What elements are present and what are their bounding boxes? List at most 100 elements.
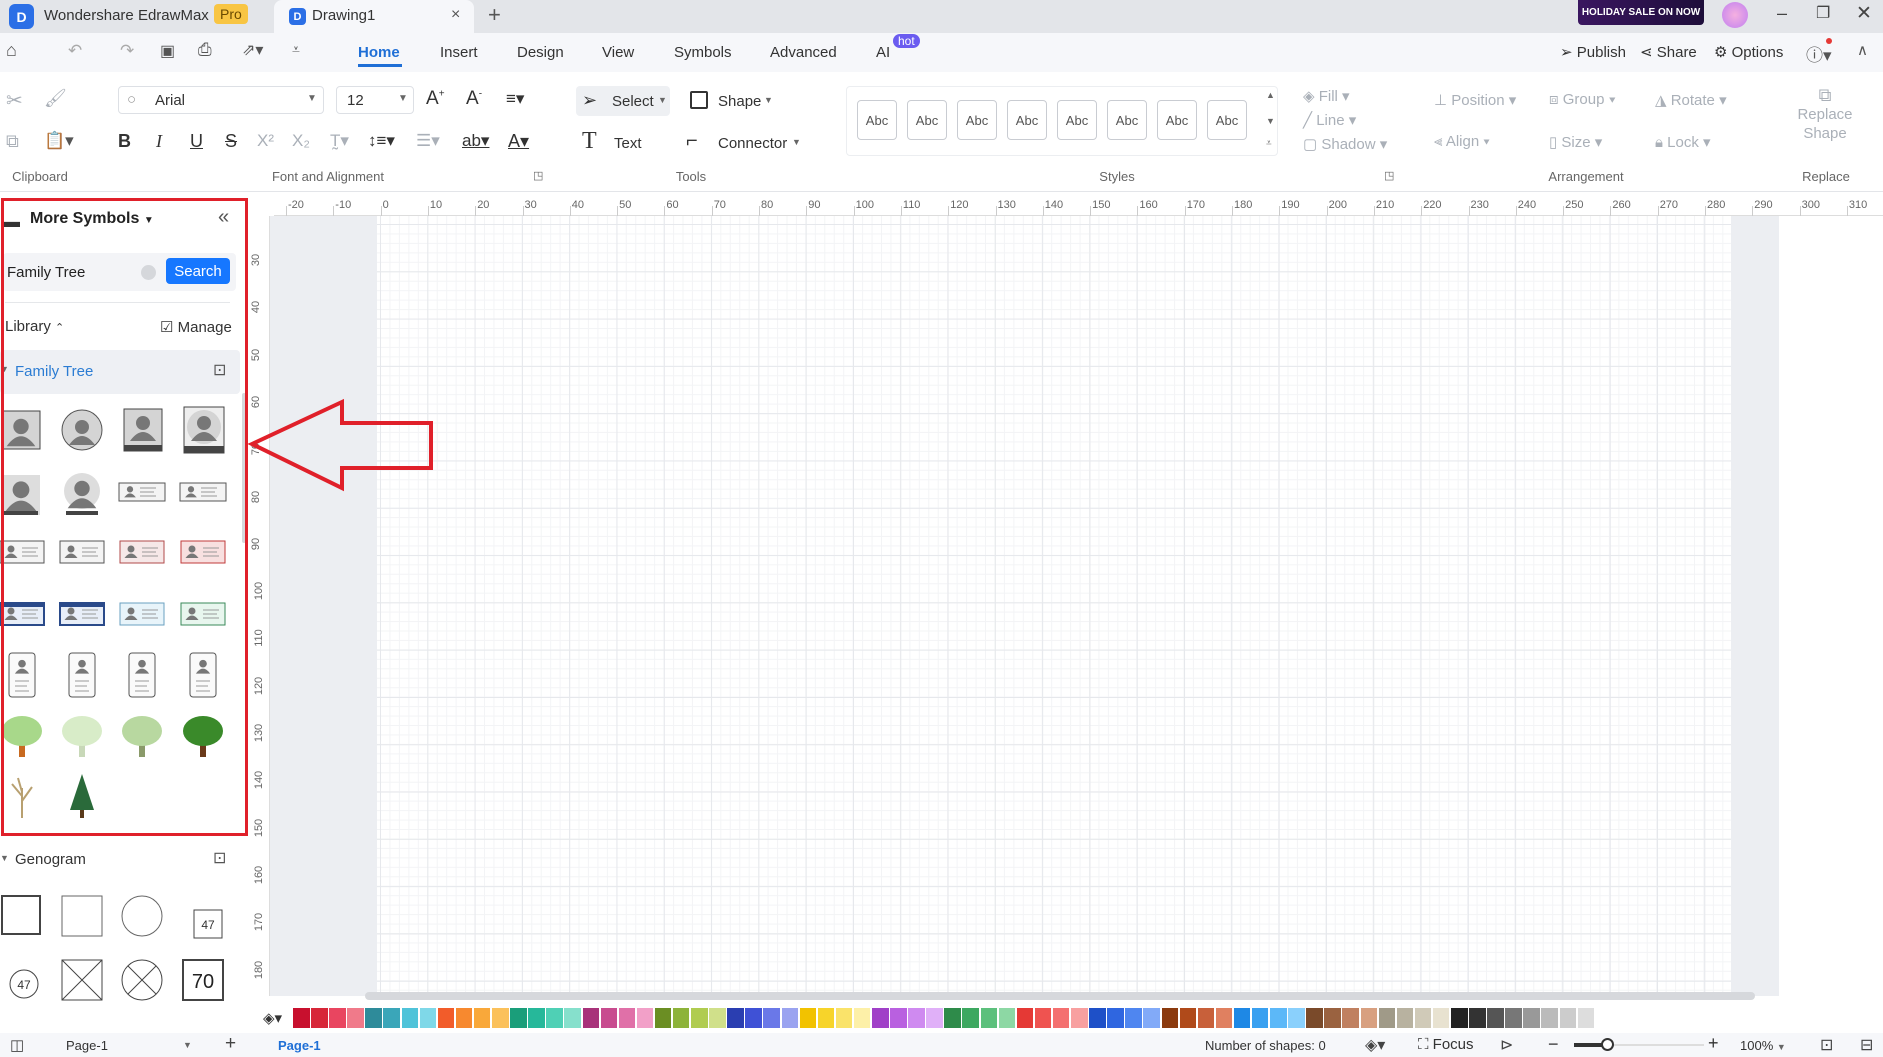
- drawing-page[interactable]: [377, 216, 1731, 996]
- color-swatch[interactable]: [1541, 1008, 1558, 1028]
- page-tab[interactable]: Page-1: [278, 1038, 321, 1053]
- person-card-symbol[interactable]: [118, 482, 166, 502]
- color-swatch[interactable]: [1342, 1008, 1359, 1028]
- publish-button[interactable]: ➢ Publish: [1560, 43, 1626, 61]
- color-swatch[interactable]: [817, 1008, 835, 1028]
- color-swatch[interactable]: [564, 1008, 581, 1028]
- color-swatch[interactable]: [1324, 1008, 1341, 1028]
- tree-symbol[interactable]: [183, 716, 223, 757]
- search-input[interactable]: Family Tree: [7, 264, 85, 281]
- person-vertical-card-symbol[interactable]: [128, 652, 156, 698]
- undo-icon[interactable]: ↶: [68, 41, 82, 61]
- color-swatch[interactable]: [1197, 1008, 1215, 1028]
- color-swatch[interactable]: [1233, 1008, 1251, 1028]
- fill-button[interactable]: ◈ Fill ▾: [1303, 87, 1350, 105]
- minimize-icon[interactable]: –: [1777, 3, 1787, 24]
- color-swatch[interactable]: [419, 1008, 437, 1028]
- select-button[interactable]: ➢ Select ▼: [576, 86, 670, 116]
- tab-home[interactable]: Home: [358, 44, 400, 61]
- library-toggle[interactable]: Library ⌃: [5, 318, 64, 335]
- styles-scroll-up-icon[interactable]: ▲: [1266, 90, 1275, 100]
- styles-dialog-launcher-icon[interactable]: ◳: [1384, 169, 1394, 182]
- increase-font-icon[interactable]: A+: [426, 88, 445, 110]
- person-card-symbol[interactable]: [0, 540, 45, 564]
- color-swatch[interactable]: [872, 1008, 889, 1028]
- more-symbols-dropdown[interactable]: More Symbols ▼: [30, 210, 154, 228]
- color-swatch[interactable]: [799, 1008, 817, 1028]
- color-swatch[interactable]: [1432, 1008, 1450, 1028]
- collapse-panel-icon[interactable]: «: [218, 206, 229, 229]
- color-swatch[interactable]: [1251, 1008, 1269, 1028]
- color-swatch[interactable]: [1414, 1008, 1432, 1028]
- restore-icon[interactable]: ❐: [1816, 3, 1830, 23]
- strikethrough-button[interactable]: S: [225, 131, 237, 152]
- fit-width-icon[interactable]: ⊟: [1860, 1035, 1873, 1055]
- font-color-icon[interactable]: A▾: [508, 131, 529, 152]
- zoom-out-icon[interactable]: −: [1548, 1034, 1559, 1055]
- focus-button[interactable]: ⛶ Focus: [1418, 1036, 1474, 1053]
- bullet-list-icon[interactable]: ☰▾: [416, 131, 440, 151]
- tab-view[interactable]: View: [602, 44, 634, 61]
- rotate-button[interactable]: ◮ Rotate ▾: [1655, 91, 1727, 109]
- tree-symbol[interactable]: [122, 716, 162, 757]
- position-button[interactable]: ⊥ Position ▾: [1434, 91, 1516, 109]
- layers-icon[interactable]: ◈▾: [1365, 1035, 1385, 1055]
- format-painter-icon[interactable]: 🖌: [44, 88, 67, 109]
- section-family-tree[interactable]: ▼ Family Tree ⊡: [0, 350, 240, 394]
- color-swatch[interactable]: [835, 1008, 853, 1028]
- user-avatar[interactable]: [1722, 2, 1748, 28]
- clear-search-icon[interactable]: [141, 265, 156, 280]
- style-swatch[interactable]: Abc: [957, 100, 997, 140]
- person-symbol[interactable]: [64, 473, 100, 515]
- color-swatch[interactable]: [600, 1008, 618, 1028]
- color-swatch[interactable]: [1125, 1008, 1142, 1028]
- color-swatch[interactable]: [1179, 1008, 1197, 1028]
- color-swatch[interactable]: [329, 1008, 346, 1028]
- color-swatch[interactable]: [1143, 1008, 1160, 1028]
- color-swatch[interactable]: [926, 1008, 943, 1028]
- person-card-symbol[interactable]: [59, 540, 105, 564]
- save-icon[interactable]: ▣: [160, 41, 175, 61]
- person-vertical-card-symbol[interactable]: [68, 652, 96, 698]
- color-swatch[interactable]: [365, 1008, 382, 1028]
- color-swatch[interactable]: [528, 1008, 545, 1028]
- font-family-select[interactable]: ○ Arial ▼: [118, 86, 324, 114]
- close-tab-icon[interactable]: ×: [451, 6, 460, 24]
- style-swatch[interactable]: Abc: [1157, 100, 1197, 140]
- color-swatch[interactable]: [347, 1008, 364, 1028]
- color-swatch[interactable]: [1034, 1008, 1052, 1028]
- color-swatch[interactable]: [1215, 1008, 1233, 1028]
- panel-scrollbar[interactable]: [242, 393, 246, 543]
- subscript-button[interactable]: X₂: [292, 131, 310, 151]
- close-window-icon[interactable]: ✕: [1856, 2, 1872, 25]
- color-swatch[interactable]: [853, 1008, 871, 1028]
- color-swatch[interactable]: [1107, 1008, 1124, 1028]
- color-swatch[interactable]: [980, 1008, 998, 1028]
- document-tab[interactable]: D Drawing1 ×: [274, 0, 474, 33]
- tree-symbol[interactable]: [62, 716, 102, 757]
- color-swatch[interactable]: [1052, 1008, 1070, 1028]
- color-swatch[interactable]: [654, 1008, 672, 1028]
- person-card-symbol[interactable]: [0, 602, 45, 626]
- decrease-font-icon[interactable]: A-: [466, 88, 482, 110]
- superscript-button[interactable]: X²: [257, 131, 274, 151]
- person-card-symbol[interactable]: [179, 482, 227, 502]
- color-swatch[interactable]: [1089, 1008, 1106, 1028]
- genogram-male-symbol[interactable]: [1, 895, 41, 935]
- person-card-symbol[interactable]: [119, 602, 165, 626]
- align-text-icon[interactable]: ≡▾: [506, 89, 524, 109]
- section-genogram[interactable]: ▼ Genogram ⊡: [0, 844, 240, 874]
- replace-shape-button[interactable]: ⧉ Replace Shape: [1790, 86, 1860, 156]
- line-button[interactable]: ╱ Line ▾: [1303, 111, 1356, 129]
- person-card-symbol[interactable]: [180, 602, 226, 626]
- color-swatch[interactable]: [763, 1008, 780, 1028]
- color-swatch[interactable]: [401, 1008, 419, 1028]
- customize-toolbar-icon[interactable]: ⩡: [292, 41, 300, 58]
- person-circle-symbol[interactable]: [61, 409, 103, 451]
- color-swatch[interactable]: [455, 1008, 473, 1028]
- lock-button[interactable]: 🔒︎ Lock ▾: [1655, 133, 1711, 151]
- color-swatch[interactable]: [962, 1008, 979, 1028]
- fill-bucket-icon[interactable]: ◈▾: [263, 1009, 282, 1027]
- text-case-icon[interactable]: T̰▾: [330, 131, 349, 151]
- color-swatch[interactable]: [1577, 1008, 1595, 1028]
